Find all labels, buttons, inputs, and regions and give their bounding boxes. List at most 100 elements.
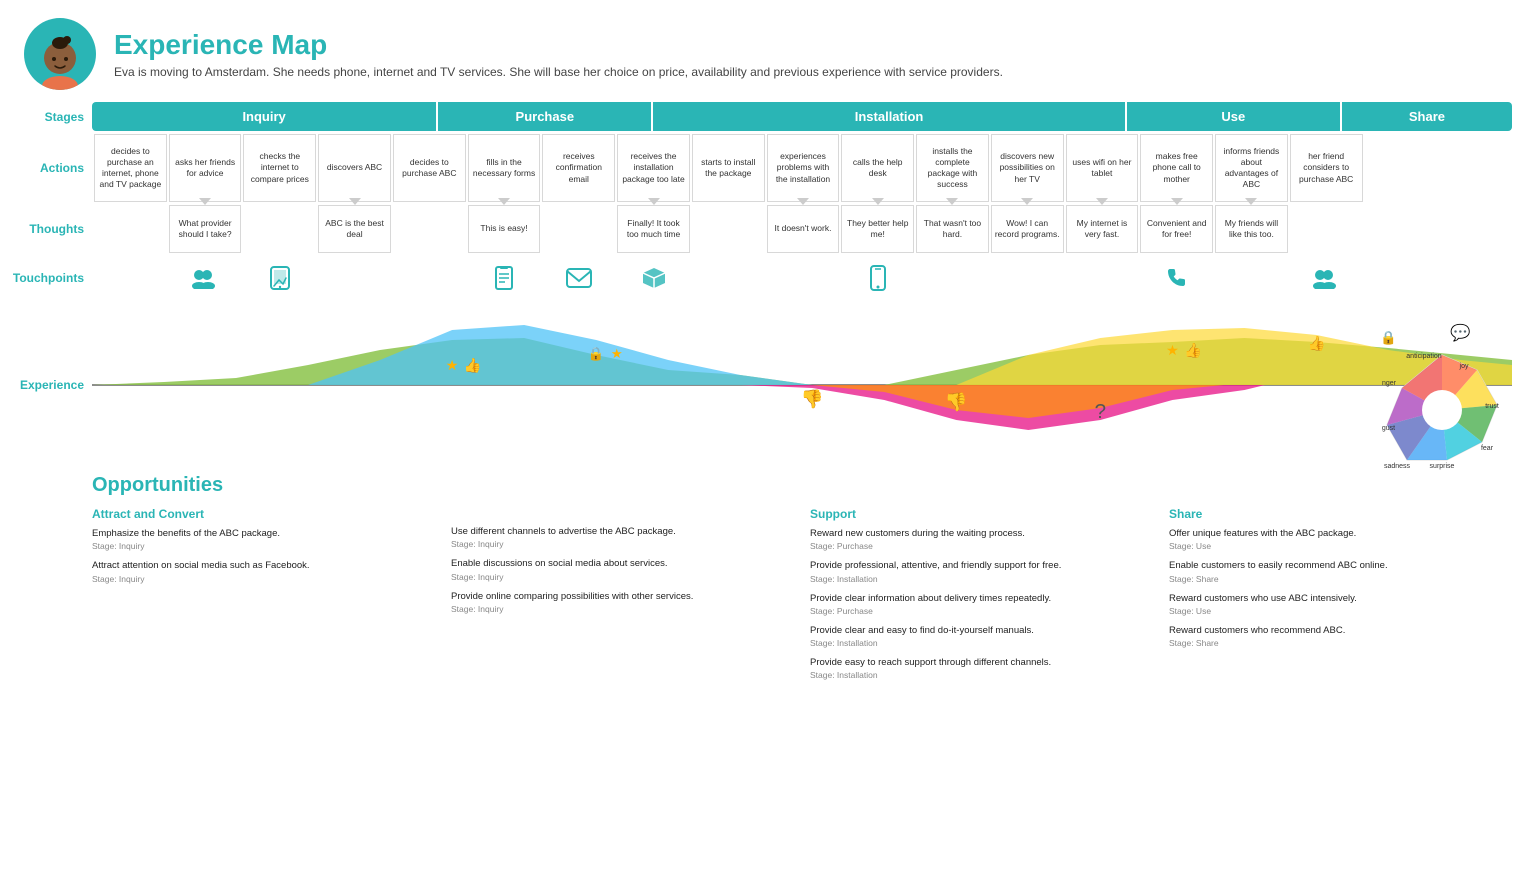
tht-4-empty [393, 205, 466, 253]
opp-attract-title: Attract and Convert [92, 507, 435, 521]
opp-stage-s4: Stage: Installation [810, 638, 1153, 648]
opp-stage-3: Stage: Inquiry [451, 539, 794, 549]
actions-row: Actions decides to purchase an internet,… [24, 134, 1512, 202]
opp-text-sh4: Reward customers who recommend ABC. [1169, 624, 1512, 637]
opportunities-title: Opportunities [92, 474, 1512, 497]
thought-15: My friends will like this too. [1215, 205, 1288, 253]
action-9: experiences problems with the installati… [767, 134, 840, 202]
svg-text:🔒: 🔒 [588, 346, 605, 361]
header-text: Experience Map Eva is moving to Amsterda… [114, 29, 1003, 79]
opp-stage-5: Stage: Inquiry [451, 604, 794, 614]
stages-header: Stages Inquiry Purchase Installation Use… [24, 102, 1512, 131]
opportunities-content: Opportunities Attract and Convert Emphas… [92, 474, 1512, 688]
thought-13: My internet is very fast. [1066, 205, 1139, 253]
opp-support: Support Reward new customers during the … [810, 507, 1153, 688]
opp-text-s1: Reward new customers during the waiting … [810, 527, 1153, 540]
opp-support-title: Support [810, 507, 1153, 521]
action-4: decides to purchase ABC [393, 134, 466, 202]
opp-entry-s2: Provide professional, attentive, and fri… [810, 559, 1153, 583]
tht-8-empty [692, 205, 765, 253]
tp-17-empty [1365, 256, 1438, 300]
action-18-empty [1439, 134, 1512, 202]
opp-entry-4: Enable discussions on social media about… [451, 557, 794, 581]
opp-stage-4: Stage: Inquiry [451, 572, 794, 582]
opp-share-title: Share [1169, 507, 1512, 521]
opp-stage-2: Stage: Inquiry [92, 574, 435, 584]
opp-entry-sh4: Reward customers who recommend ABC. Stag… [1169, 624, 1512, 648]
tp-4-empty [393, 256, 466, 300]
thought-14: Convenient and for free! [1140, 205, 1213, 253]
svg-text:★: ★ [611, 346, 623, 361]
opp-entry-1: Emphasize the benefits of the ABC packag… [92, 527, 435, 551]
svg-text:?: ? [1095, 401, 1106, 423]
thought-5: This is easy! [468, 205, 541, 253]
avatar [24, 18, 96, 90]
tp-0-empty [94, 256, 167, 300]
opp-stage-sh4: Stage: Share [1169, 638, 1512, 648]
opp-attract-convert-1: Attract and Convert Emphasize the benefi… [92, 507, 435, 688]
stage-installation: Installation [651, 102, 1124, 131]
opportunities-section: Opportunities Attract and Convert Emphas… [24, 474, 1512, 688]
tp-9-empty [767, 256, 840, 300]
thoughts-label: Thoughts [24, 205, 92, 253]
opp-entry-s5: Provide easy to reach support through di… [810, 656, 1153, 680]
page: Experience Map Eva is moving to Amsterda… [0, 0, 1536, 708]
opp-grid: Attract and Convert Emphasize the benefi… [92, 507, 1512, 688]
svg-text:👍: 👍 [464, 357, 482, 374]
tht-6-empty [542, 205, 615, 253]
opp-share: Share Offer unique features with the ABC… [1169, 507, 1512, 688]
tp-friends2-icon [1290, 256, 1363, 300]
tp-18-empty [1439, 256, 1512, 300]
opp-text-s2: Provide professional, attentive, and fri… [810, 559, 1153, 572]
svg-text:👍: 👍 [1184, 342, 1202, 359]
thought-9: It doesn't work. [767, 205, 840, 253]
tht-18-empty [1439, 205, 1512, 253]
action-3: discovers ABC [318, 134, 391, 202]
thought-10: They better help me! [841, 205, 914, 253]
opp-entry-5: Provide online comparing possibilities w… [451, 590, 794, 614]
touchpoints-label: Touchpoints [24, 256, 92, 300]
svg-text:🔒: 🔒 [1380, 330, 1397, 345]
stage-share: Share [1340, 102, 1512, 131]
touchpoints-row: Touchpoints [24, 256, 1512, 300]
svg-text:💬: 💬 [1450, 323, 1470, 342]
opp-spacer-title [451, 507, 794, 525]
stage-purchase: Purchase [436, 102, 651, 131]
experience-area: Experience 👎 ? [24, 300, 1512, 470]
action-1: asks her friends for advice [169, 134, 242, 202]
opp-text-s3: Provide clear information about delivery… [810, 592, 1153, 605]
tht-2-empty [243, 205, 316, 253]
action-13: uses wifi on her tablet [1066, 134, 1139, 202]
action-16: her friend considers to purchase ABC [1290, 134, 1363, 202]
opp-text-s5: Provide easy to reach support through di… [810, 656, 1153, 669]
opp-stage-s3: Stage: Purchase [810, 606, 1153, 616]
stages-label: Stages [24, 102, 92, 131]
thought-1: What provider should I take? [169, 205, 242, 253]
opp-text-4: Enable discussions on social media about… [451, 557, 794, 570]
opp-text-5: Provide online comparing possibilities w… [451, 590, 794, 603]
svg-text:disgust: disgust [1382, 425, 1395, 432]
action-15: informs friends about advantages of ABC [1215, 134, 1288, 202]
opp-stage-sh3: Stage: Use [1169, 606, 1512, 616]
action-10: calls the help desk [841, 134, 914, 202]
opp-attract-convert-2: Use different channels to advertise the … [451, 507, 794, 688]
thoughts-row: Thoughts What provider should I take? AB… [24, 205, 1512, 253]
opp-stage-s1: Stage: Purchase [810, 541, 1153, 551]
opp-stage-sh1: Stage: Use [1169, 541, 1512, 551]
svg-text:★: ★ [1166, 343, 1179, 359]
experience-label: Experience [24, 300, 92, 470]
thought-11: That wasn't too hard. [916, 205, 989, 253]
tp-box-icon [617, 256, 690, 300]
page-title: Experience Map [114, 29, 1003, 61]
svg-text:★: ★ [446, 358, 459, 374]
svg-text:👎: 👎 [945, 391, 968, 412]
tp-tablet-icon [243, 256, 316, 300]
opp-stage-1: Stage: Inquiry [92, 541, 435, 551]
thought-7: Finally! It took too much time [617, 205, 690, 253]
tht-17-empty [1365, 205, 1438, 253]
opp-text-3: Use different channels to advertise the … [451, 525, 794, 538]
emotion-wheel: joy trust fear surprise sadness disgust … [1382, 350, 1502, 470]
opp-text-1: Emphasize the benefits of the ABC packag… [92, 527, 435, 540]
tp-email-icon [542, 256, 615, 300]
action-11: installs the complete package with succe… [916, 134, 989, 202]
